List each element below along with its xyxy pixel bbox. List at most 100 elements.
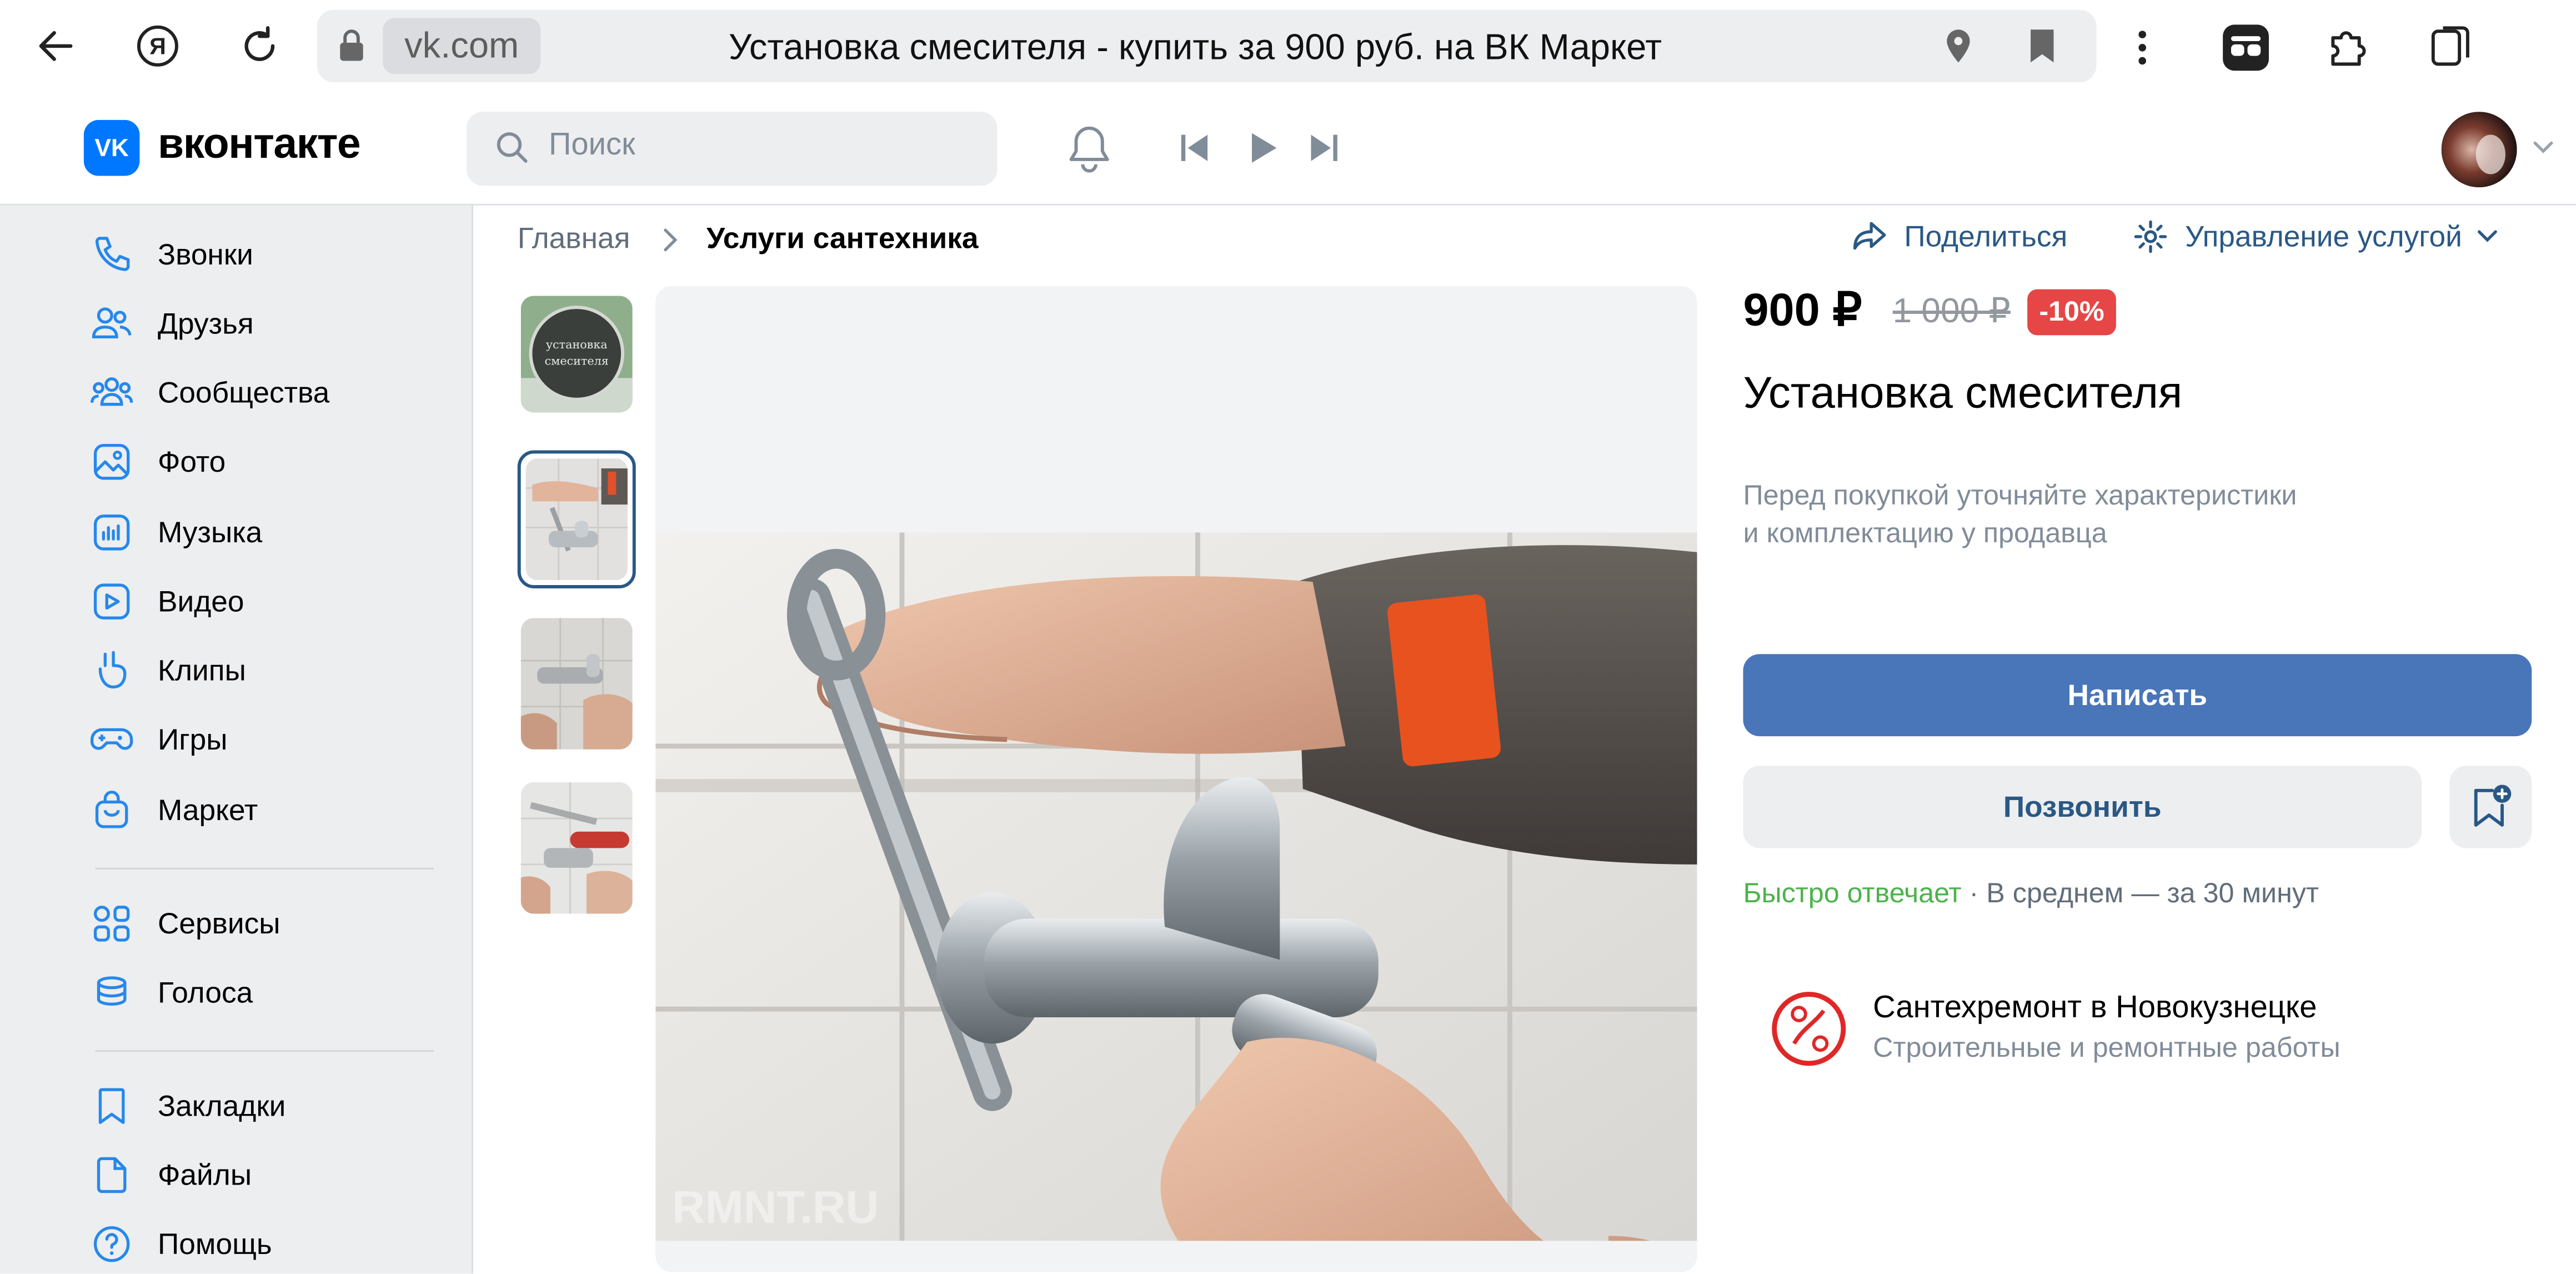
- sidebar-item-label: Клипы: [157, 653, 246, 686]
- share-button[interactable]: Поделиться: [1852, 218, 2068, 254]
- seller-logo[interactable]: [1771, 991, 1847, 1067]
- sidebar-item-files[interactable]: Файлы: [86, 1146, 447, 1205]
- sidebar-item-video[interactable]: Видео: [86, 572, 447, 631]
- share-icon: [1852, 218, 1888, 254]
- manage-service-button[interactable]: Управление услугой: [2132, 218, 2498, 254]
- sidebar-item-communities[interactable]: Сообщества: [86, 363, 447, 422]
- sidebar-item-label: Сервисы: [157, 906, 280, 940]
- services-icon: [86, 897, 138, 950]
- sidebar-item-clips[interactable]: Клипы: [86, 641, 447, 700]
- gallery-thumbnail[interactable]: [520, 618, 633, 750]
- sidebar-item-help[interactable]: Помощь: [86, 1215, 447, 1273]
- back-icon[interactable]: [28, 18, 84, 74]
- disclaimer-line: и комплектацию у продавца: [1743, 517, 2107, 549]
- friends-icon: [86, 297, 138, 350]
- product-old-price: 1 000 ₽: [1892, 292, 2011, 331]
- breadcrumb-current[interactable]: Услуги сантехника: [706, 222, 979, 256]
- music-icon: [86, 506, 138, 559]
- product-disclaimer: Перед покупкой уточняйте характеристики …: [1743, 477, 2433, 552]
- thumbnail-caption: смесителя: [545, 354, 609, 368]
- sidebar-item-label: Голоса: [157, 975, 253, 1008]
- page-title: Установка смесителя - купить за 900 руб.…: [728, 25, 1662, 67]
- write-message-button[interactable]: Написать: [1743, 654, 2532, 737]
- phone-icon: [86, 228, 138, 281]
- reload-icon[interactable]: [232, 18, 288, 74]
- sidebar-item-calls[interactable]: Звонки: [86, 225, 447, 284]
- sidebar-item-label: Сообщества: [157, 375, 330, 409]
- sidebar-item-games[interactable]: Игры: [86, 710, 447, 769]
- call-button[interactable]: Позвонить: [1743, 766, 2422, 848]
- video-icon: [86, 575, 138, 628]
- product-title: Установка смесителя: [1743, 368, 2183, 418]
- seller-category: Строительные и ремонтные работы: [1873, 1032, 2341, 1063]
- sidebar-item-photos[interactable]: Фото: [86, 432, 447, 491]
- gallery-thumbnail[interactable]: установка смесителя: [520, 296, 633, 413]
- collections-icon[interactable]: [2427, 21, 2476, 71]
- discount-badge: -10%: [2027, 289, 2116, 336]
- main-product-photo[interactable]: RMNT.RU: [655, 286, 1697, 1272]
- search-input[interactable]: [467, 112, 998, 186]
- vk-header: [0, 93, 2576, 206]
- extensions-icon[interactable]: [2323, 21, 2373, 71]
- bookmark-add-icon: [2468, 782, 2514, 832]
- yandex-icon[interactable]: Я: [130, 18, 186, 74]
- response-time-label: · В среднем — за 30 минут: [1961, 877, 2319, 909]
- sidebar-item-market[interactable]: Маркет: [86, 781, 447, 840]
- chevron-down-icon: [2475, 227, 2498, 246]
- gallery-thumbnail-selected[interactable]: [517, 450, 636, 588]
- sidebar-item-friends[interactable]: Друзья: [86, 294, 447, 353]
- photo-icon: [86, 436, 138, 488]
- sidebar-item-label: Звонки: [157, 237, 253, 271]
- search-placeholder[interactable]: Поиск: [549, 128, 635, 164]
- seller-name-link[interactable]: Сантехремонт в Новокузнецке: [1873, 991, 2317, 1027]
- sidebar-item-label: Друзья: [157, 306, 254, 339]
- sidebar-item-label: Закладки: [157, 1088, 286, 1122]
- add-bookmark-button[interactable]: [2449, 766, 2532, 848]
- sidebar-item-music[interactable]: Музыка: [86, 503, 447, 562]
- sidebar-item-label: Видео: [157, 584, 244, 617]
- fast-response-label: Быстро отвечает: [1743, 877, 1962, 909]
- next-track-icon[interactable]: [1306, 130, 1342, 166]
- photo-watermark: RMNT.RU: [672, 1181, 879, 1233]
- play-icon[interactable]: [1245, 130, 1281, 166]
- sidebar-item-label: Маркет: [157, 793, 258, 826]
- domain-label[interactable]: vk.com: [383, 18, 541, 74]
- response-info: Быстро отвечает · В среднем — за 30 мину…: [1743, 878, 2319, 911]
- help-icon: [86, 1218, 138, 1271]
- disclaimer-line: Перед покупкой уточняйте характеристики: [1743, 479, 2297, 511]
- sidebar-item-label: Фото: [157, 444, 226, 478]
- thumbnail-caption: установка: [546, 338, 608, 351]
- files-icon: [86, 1149, 138, 1202]
- gallery-thumbnail[interactable]: [520, 782, 633, 914]
- more-menu-icon[interactable]: [2131, 24, 2154, 71]
- svg-text:Я: Я: [149, 34, 166, 59]
- profile-chevron-down-icon[interactable]: [2532, 138, 2554, 157]
- sidebar-item-label: Помощь: [157, 1227, 272, 1260]
- share-label: Поделиться: [1904, 219, 2068, 253]
- votes-icon: [86, 966, 138, 1019]
- avatar[interactable]: [2441, 112, 2517, 188]
- location-pin-icon[interactable]: [1942, 28, 1974, 67]
- sidebar-item-votes[interactable]: Голоса: [86, 963, 447, 1022]
- bookmark-page-icon[interactable]: [2027, 26, 2057, 66]
- notifications-bell-icon[interactable]: [1065, 122, 1114, 174]
- product-price: 900 ₽: [1743, 284, 1862, 336]
- sidebar-item-label: Файлы: [157, 1157, 252, 1191]
- games-icon: [86, 713, 138, 766]
- previous-track-icon[interactable]: [1176, 130, 1212, 166]
- vk-logo-icon[interactable]: VK: [83, 119, 140, 176]
- clips-icon: [86, 645, 138, 697]
- incognito-icon[interactable]: [2221, 23, 2271, 72]
- sidebar-divider: [95, 1050, 434, 1052]
- breadcrumb-home-link[interactable]: Главная: [518, 222, 630, 256]
- sidebar-item-services[interactable]: Сервисы: [86, 894, 447, 953]
- manage-label: Управление услугой: [2185, 219, 2462, 253]
- lock-icon[interactable]: [333, 26, 369, 66]
- market-icon: [86, 784, 138, 837]
- communities-icon: [86, 367, 138, 419]
- sidebar-item-bookmarks[interactable]: Закладки: [86, 1076, 447, 1135]
- sidebar-item-label: Музыка: [157, 515, 263, 548]
- bookmarks-icon: [86, 1080, 138, 1132]
- vk-logo-text[interactable]: вконтакте: [158, 118, 361, 169]
- sidebar-divider: [95, 867, 434, 870]
